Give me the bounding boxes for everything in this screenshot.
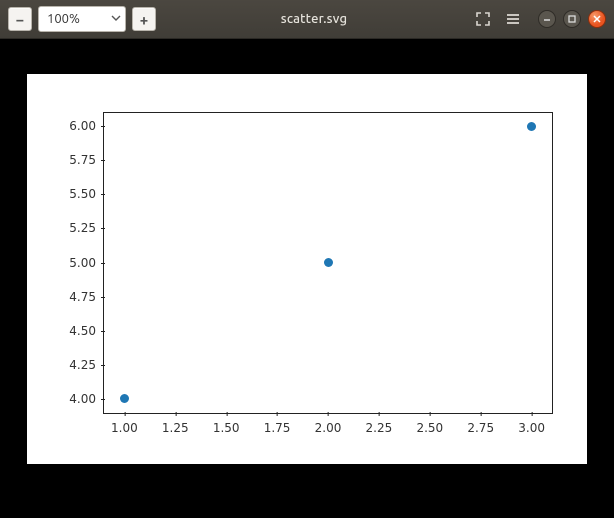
x-tick-label: 2.25 <box>366 413 393 435</box>
chevron-down-icon <box>111 12 121 26</box>
app-window: − 100% + scatter.svg <box>0 0 614 518</box>
x-tick-label: 3.00 <box>518 413 545 435</box>
x-tick-label: 1.75 <box>264 413 291 435</box>
image-viewport[interactable]: 4.00 4.25 4.50 4.75 5.00 5.25 5.50 5.75 6.00 1.00… <box>0 39 614 518</box>
window-title: scatter.svg <box>162 12 466 26</box>
zoom-out-button[interactable]: − <box>8 7 32 31</box>
y-tick-label: 5.00 <box>69 256 104 270</box>
x-tick-label: 1.50 <box>213 413 240 435</box>
titlebar-right-controls <box>472 8 606 30</box>
x-tick-label: 1.25 <box>162 413 189 435</box>
minus-icon: − <box>16 12 24 27</box>
scatter-plot-axes: 4.004.254.504.755.005.255.505.756.001.00… <box>103 112 553 414</box>
x-tick-label: 1.00 <box>111 413 138 435</box>
y-tick-label: 5.50 <box>69 187 104 201</box>
y-tick-label: 4.50 <box>69 324 104 338</box>
scatter-point <box>120 394 129 403</box>
maximize-icon <box>567 14 577 24</box>
zoom-level-dropdown[interactable]: 100% <box>38 6 126 32</box>
y-tick-label: 6.00 <box>69 119 104 133</box>
window-controls <box>538 10 606 28</box>
y-tick-label: 5.75 <box>69 153 104 167</box>
fullscreen-icon <box>475 11 491 27</box>
titlebar: − 100% + scatter.svg <box>0 0 614 39</box>
scatter-point <box>527 122 536 131</box>
x-tick-label: 2.75 <box>467 413 494 435</box>
close-icon <box>592 14 602 24</box>
close-button[interactable] <box>588 10 606 28</box>
menu-button[interactable] <box>502 8 524 30</box>
y-tick-label: 4.75 <box>69 290 104 304</box>
figure-canvas: 4.00 4.25 4.50 4.75 5.00 5.25 5.50 5.75 6.00 1.00… <box>27 74 587 464</box>
plus-icon: + <box>140 12 148 27</box>
hamburger-icon <box>505 11 521 27</box>
y-tick-label: 4.00 <box>69 392 104 406</box>
minimize-icon <box>542 14 552 24</box>
y-tick-label: 4.25 <box>69 358 104 372</box>
fullscreen-button[interactable] <box>472 8 494 30</box>
x-tick-label: 2.50 <box>416 413 443 435</box>
maximize-button[interactable] <box>563 10 581 28</box>
zoom-in-button[interactable]: + <box>132 7 156 31</box>
y-tick-label: 5.25 <box>69 221 104 235</box>
zoom-level-value: 100% <box>47 12 105 26</box>
x-tick-label: 2.00 <box>315 413 342 435</box>
minimize-button[interactable] <box>538 10 556 28</box>
scatter-point <box>324 258 333 267</box>
